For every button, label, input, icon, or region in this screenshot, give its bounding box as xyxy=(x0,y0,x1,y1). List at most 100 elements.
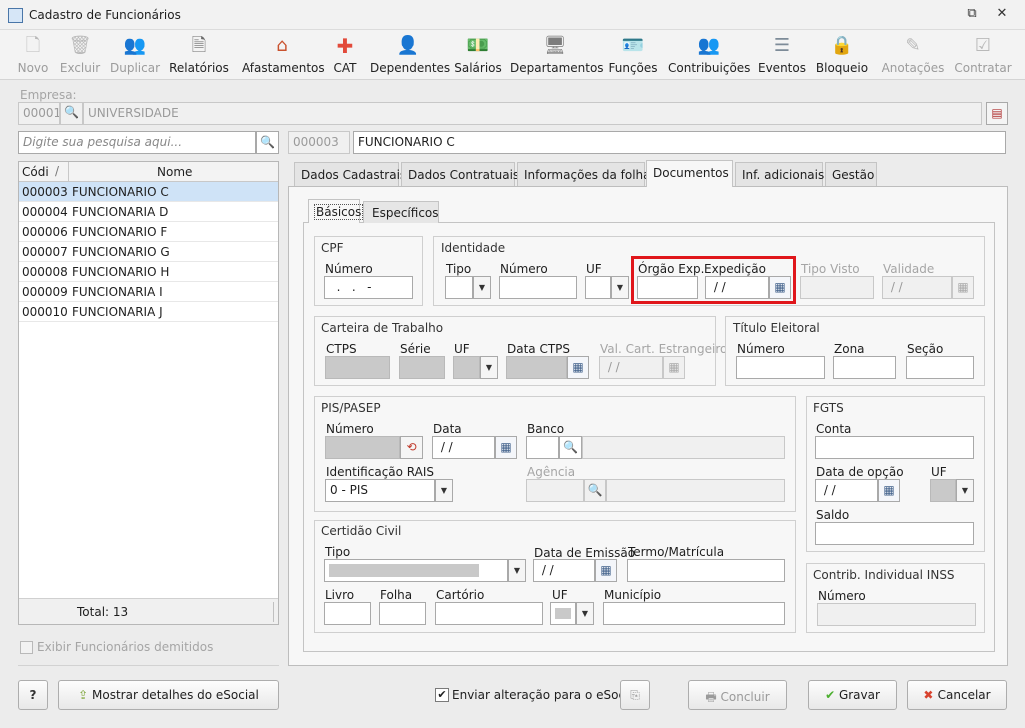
send-icon[interactable]: ⎘ xyxy=(620,680,650,710)
toolbar-excluir-button[interactable]: 🗑 Excluir xyxy=(58,34,102,75)
empresa-name-field[interactable]: UNIVERSIDADE xyxy=(83,102,982,125)
tab-documentos[interactable]: Documentos xyxy=(646,160,733,187)
rais-dropdown-icon[interactable]: ▼ xyxy=(435,479,453,502)
empresa-search-icon[interactable]: 🔍 xyxy=(60,102,83,125)
val-cart-field[interactable]: / / xyxy=(599,356,663,379)
table-row[interactable]: 000004 FUNCIONARIA D xyxy=(19,202,278,222)
fgts-uf-select[interactable] xyxy=(930,479,956,502)
col-name-header[interactable]: Nome xyxy=(157,165,192,179)
gravar-button[interactable]: ✔ Gravar xyxy=(808,680,897,710)
toolbar-departamentos-button[interactable]: 🖥 Departamentos xyxy=(510,34,604,75)
identidade-tipo-select[interactable] xyxy=(445,276,473,299)
toolbar-afastamentos-button[interactable]: ⌂ Afastamentos xyxy=(242,34,325,75)
search-input[interactable]: Digite sua pesquisa aqui... xyxy=(18,131,256,154)
agencia-name-field[interactable] xyxy=(606,479,785,502)
empresa-details-icon[interactable]: ▤ xyxy=(986,102,1008,125)
table-row[interactable]: 000008 FUNCIONARIO H xyxy=(19,262,278,282)
ctps-uf-select[interactable] xyxy=(453,356,480,379)
toolbar-duplicar-button[interactable]: 👥 Duplicar xyxy=(108,34,162,75)
data-ctps-field[interactable] xyxy=(506,356,567,379)
toolbar-bloqueio-button[interactable]: 🔒 Bloqueio xyxy=(814,34,870,75)
restore-icon[interactable]: ⧉ xyxy=(962,6,982,24)
help-button[interactable]: ? xyxy=(18,680,48,710)
toolbar-funcoes-button[interactable]: 🪪 Funções xyxy=(608,34,658,75)
rais-select[interactable]: 0 - PIS xyxy=(325,479,435,502)
ctps-field[interactable] xyxy=(325,356,390,379)
table-row[interactable]: 000003 FUNCIONARIO C xyxy=(19,182,278,202)
tab-dados-contratuais[interactable]: Dados Contratuais xyxy=(401,162,519,186)
esocial-details-button[interactable]: ⇪ Mostrar detalhes do eSocial xyxy=(58,680,279,710)
toolbar-relatorios-button[interactable]: 🗎 Relatórios xyxy=(168,34,230,75)
tab-inf-adicionais[interactable]: Inf. adicionais xyxy=(735,162,824,186)
emissao-calendar-icon[interactable]: ▦ xyxy=(595,559,617,582)
pis-numero-field[interactable] xyxy=(325,436,400,459)
toolbar-dependentes-button[interactable]: 👤 Dependentes xyxy=(370,34,450,75)
tab-informacoes-folha[interactable]: Informações da folha xyxy=(517,162,651,186)
banco-search-icon[interactable]: 🔍 xyxy=(559,436,582,459)
folha-field[interactable] xyxy=(379,602,426,625)
fgts-saldo-field[interactable] xyxy=(815,522,974,545)
identidade-tipo-dropdown-icon[interactable]: ▼ xyxy=(473,276,491,299)
titulo-numero-field[interactable] xyxy=(736,356,825,379)
zona-field[interactable] xyxy=(833,356,896,379)
validade-date-field[interactable]: / / xyxy=(882,276,952,299)
secao-field[interactable] xyxy=(906,356,974,379)
certidao-uf-select[interactable] xyxy=(550,602,576,625)
table-row[interactable]: 000007 FUNCIONARIO G xyxy=(19,242,278,262)
concluir-button[interactable]: 🖶 Concluir xyxy=(688,680,787,710)
livro-field[interactable] xyxy=(324,602,371,625)
close-icon[interactable]: ✕ xyxy=(992,6,1012,24)
val-cart-calendar-icon[interactable]: ▦ xyxy=(663,356,685,379)
refresh-icon[interactable]: ⟲ xyxy=(400,436,423,459)
toolbar-eventos-button[interactable]: ☰ Eventos xyxy=(756,34,808,75)
certidao-uf-dropdown-icon[interactable]: ▼ xyxy=(576,602,594,625)
inss-numero-field[interactable] xyxy=(817,603,976,626)
identidade-uf-select[interactable] xyxy=(585,276,611,299)
identidade-numero-field[interactable] xyxy=(499,276,577,299)
pis-data-field[interactable]: / / xyxy=(432,436,495,459)
search-icon[interactable]: 🔍 xyxy=(256,131,279,154)
col-code-header[interactable]: Códi xyxy=(22,165,49,179)
cancelar-button[interactable]: ✖ Cancelar xyxy=(907,680,1007,710)
agencia-search-icon[interactable]: 🔍 xyxy=(584,479,606,502)
data-ctps-calendar-icon[interactable]: ▦ xyxy=(567,356,589,379)
banco-code-field[interactable] xyxy=(526,436,559,459)
cartorio-field[interactable] xyxy=(435,602,543,625)
table-row[interactable]: 000010 FUNCIONARIA J xyxy=(19,302,278,322)
expedicao-calendar-icon[interactable]: ▦ xyxy=(769,276,791,299)
toolbar-novo-button[interactable]: 🗋 Novo xyxy=(14,34,52,75)
toolbar-anotacoes-button[interactable]: ✎ Anotações xyxy=(880,34,946,75)
subtab-especificos[interactable]: Específicos xyxy=(363,201,439,223)
subtab-basicos[interactable]: Básicos xyxy=(308,199,364,223)
table-row[interactable]: 000009 FUNCIONARIA I xyxy=(19,282,278,302)
employee-name-field[interactable]: FUNCIONARIO C xyxy=(353,131,1006,154)
tab-dados-cadastrais[interactable]: Dados Cadastrais xyxy=(294,162,406,186)
toolbar-contratar-button[interactable]: ☑ Contratar xyxy=(954,34,1012,75)
municipio-field[interactable] xyxy=(603,602,785,625)
fgts-data-opcao-field[interactable]: / / xyxy=(815,479,878,502)
enviar-esocial-checkbox[interactable]: ✔ xyxy=(435,688,449,702)
agencia-code-field[interactable] xyxy=(526,479,584,502)
fgts-conta-field[interactable] xyxy=(815,436,974,459)
certidao-tipo-select[interactable] xyxy=(324,559,508,582)
employee-code-field[interactable]: 000003 xyxy=(288,131,350,154)
orgao-exp-field[interactable] xyxy=(637,276,698,299)
show-dismissed-checkbox[interactable] xyxy=(20,641,33,654)
banco-name-field[interactable] xyxy=(582,436,785,459)
fgts-data-calendar-icon[interactable]: ▦ xyxy=(878,479,900,502)
fgts-uf-dropdown-icon[interactable]: ▼ xyxy=(956,479,974,502)
table-row[interactable]: 000006 FUNCIONARIO F xyxy=(19,222,278,242)
certidao-tipo-dropdown-icon[interactable]: ▼ xyxy=(508,559,526,582)
serie-field[interactable] xyxy=(399,356,445,379)
expedicao-date-field[interactable]: / / xyxy=(705,276,769,299)
validade-calendar-icon[interactable]: ▦ xyxy=(952,276,974,299)
ctps-uf-dropdown-icon[interactable]: ▼ xyxy=(480,356,498,379)
emissao-field[interactable]: / / xyxy=(533,559,595,582)
toolbar-cat-button[interactable]: ✚ CAT xyxy=(328,34,362,75)
tab-gestao[interactable]: Gestão xyxy=(825,162,877,186)
tipo-visto-field[interactable] xyxy=(800,276,874,299)
termo-field[interactable] xyxy=(627,559,785,582)
identidade-uf-dropdown-icon[interactable]: ▼ xyxy=(611,276,629,299)
toolbar-salarios-button[interactable]: 💵 Salários xyxy=(454,34,502,75)
cpf-numero-field[interactable]: . . - xyxy=(324,276,413,299)
